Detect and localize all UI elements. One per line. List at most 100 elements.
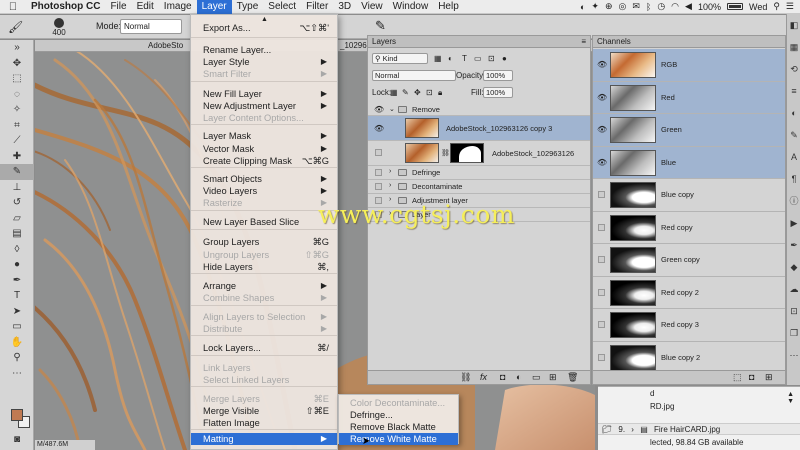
visibility-off-icon[interactable] — [598, 353, 605, 361]
layer-filter-select[interactable]: ⚲ Kind — [372, 53, 428, 64]
visibility-off-icon[interactable] — [598, 288, 605, 296]
visibility-off-icon[interactable] — [598, 321, 605, 328]
quick-mask-icon[interactable]: ◙ — [0, 432, 34, 448]
chevron-right-icon[interactable]: › — [389, 182, 391, 189]
channel-row[interactable]: Red copy — [593, 212, 785, 244]
more-tools-icon[interactable]: ⋯ — [0, 366, 34, 382]
channel-row[interactable]: 👁︎ RGB — [593, 49, 785, 82]
status-icon-2[interactable]: ✦ — [591, 1, 599, 12]
bluetooth-icon[interactable]: ᛒ — [646, 2, 651, 12]
layer-menu-item-layer-mask[interactable]: Layer Mask ▶ — [191, 130, 337, 142]
visibility-off-icon[interactable] — [375, 169, 382, 176]
visibility-off-icon[interactable] — [598, 191, 605, 198]
menu-file[interactable]: File — [105, 0, 131, 14]
hand-tool-icon[interactable]: ✋ — [0, 335, 34, 351]
layer-menu-item-video-layers[interactable]: Video Layers ▶ — [191, 185, 337, 197]
paragraph-panel-icon[interactable]: ¶ — [787, 168, 800, 190]
lock-position-icon[interactable]: ✥ — [414, 88, 421, 97]
layer-menu-item-hide-layers[interactable]: Hide Layers ⌘, — [191, 261, 337, 273]
brush-settings-icon[interactable]: ✎ — [375, 18, 386, 34]
layer-menu-item-layer-style[interactable]: Layer Style ▶ — [191, 56, 337, 68]
status-icon-1[interactable]: ◐ — [580, 2, 585, 12]
layer-row[interactable]: › Defringe — [368, 166, 590, 180]
navigator-panel-icon[interactable]: ⊡ — [787, 300, 800, 322]
quick-select-tool-icon[interactable]: ✧ — [0, 102, 34, 118]
channel-row[interactable]: 👁︎ Blue — [593, 146, 785, 179]
menubar-day[interactable]: Wed — [749, 2, 767, 12]
blend-mode-select[interactable]: Normal — [372, 70, 456, 81]
layer-menu-item-rename-layer[interactable]: Rename Layer... — [191, 44, 337, 56]
paths-panel-icon[interactable]: ✒ — [787, 234, 800, 256]
menu-type[interactable]: Type — [232, 0, 264, 14]
swatches-panel-icon[interactable]: ▦ — [787, 36, 800, 58]
channel-row[interactable]: Red copy 2 — [593, 277, 785, 309]
menu-layer[interactable]: Layer — [196, 0, 232, 14]
matting-item-defringe[interactable]: Defringe... — [339, 409, 458, 421]
channel-row[interactable]: 👁︎ Red — [593, 81, 785, 114]
visibility-off-icon[interactable] — [598, 223, 605, 231]
menu-window[interactable]: Window — [388, 0, 434, 14]
layer-menu-item-lock-layers[interactable]: Lock Layers... ⌘/ — [191, 342, 337, 354]
eyedropper-tool-icon[interactable]: ⟋ — [0, 133, 34, 149]
layer-row[interactable]: › Decontaminate — [368, 180, 590, 194]
brush-tool-icon[interactable]: 🖌︎ — [8, 20, 23, 34]
layer-menu-item-new-fill-layer[interactable]: New Fill Layer ▶ — [191, 88, 337, 100]
color-panel-icon[interactable]: ◧ — [787, 14, 800, 36]
brush-preset-picker[interactable]: 400 — [46, 18, 72, 38]
libraries-panel-icon[interactable]: ☁ — [787, 278, 800, 300]
battery-icon[interactable] — [726, 3, 743, 10]
path-select-tool-icon[interactable]: ➤ — [0, 304, 34, 320]
layer-menu-item-new-adjustment-layer[interactable]: New Adjustment Layer ▶ — [191, 100, 337, 112]
layer-row[interactable]: 👁︎ AdobeStock_102963126 copy 3 — [368, 116, 590, 141]
timeline-panel-icon[interactable]: ⋯ — [787, 344, 800, 366]
new-channel-icon[interactable]: ⊞ — [765, 372, 773, 383]
layer-name[interactable]: Remove — [412, 105, 440, 114]
channel-row[interactable]: Red copy 3 — [593, 309, 785, 342]
lock-all-icon[interactable]: 🔒︎ — [438, 88, 442, 98]
layer-name[interactable]: AdobeStock_102963126 — [492, 149, 574, 158]
layers-panel-title[interactable]: Layers — [372, 37, 396, 46]
channels-panel-title[interactable]: Channels — [597, 37, 631, 46]
move-tool-icon[interactable]: ✥ — [0, 56, 34, 72]
layer-style-icon[interactable]: fx — [480, 372, 487, 382]
new-group-icon[interactable]: ▭ — [532, 372, 541, 383]
gradient-tool-icon[interactable]: ▤ — [0, 226, 34, 242]
layer-menu-item-merge-visible[interactable]: Merge Visible ⇧⌘E — [191, 405, 337, 417]
lasso-tool-icon[interactable]: ◌ — [0, 87, 34, 103]
character-panel-icon[interactable]: A — [787, 146, 800, 168]
path-segment[interactable]: 9. — [618, 425, 625, 434]
matting-item-remove-white-matte[interactable]: Remove White Matte — [339, 432, 458, 445]
filter-smart-object-icon[interactable]: ⊡ — [488, 54, 495, 63]
panel-menu-icon[interactable]: ≡ — [581, 36, 586, 48]
menu-help[interactable]: Help — [433, 0, 464, 14]
layer-name[interactable]: AdobeStock_102963126 copy 3 — [446, 124, 552, 133]
notification-icon[interactable]: ☰ — [786, 1, 794, 12]
channel-row[interactable]: Green copy — [593, 244, 785, 277]
visibility-eye-icon[interactable]: 👁︎ — [597, 60, 607, 69]
wifi-icon[interactable]: ◠ — [671, 1, 679, 12]
layer-row[interactable]: ⛓ AdobeStock_102963126 — [368, 141, 590, 166]
status-icon-5[interactable]: ✉ — [632, 1, 640, 12]
link-layers-icon[interactable]: ⛓ — [460, 372, 471, 383]
save-selection-icon[interactable]: ◘ — [749, 372, 754, 382]
opacity-input[interactable]: 100% — [483, 70, 513, 81]
finder-item[interactable]: RD.jpg — [650, 402, 674, 411]
menu-filter[interactable]: Filter — [301, 0, 333, 14]
layer-menu-item-new-layer-based-slice[interactable]: New Layer Based Slice — [191, 216, 337, 228]
adjustments-panel-icon[interactable]: ◐ — [787, 102, 800, 124]
eraser-tool-icon[interactable]: ▱ — [0, 211, 34, 227]
healing-tool-icon[interactable]: ✚ — [0, 149, 34, 165]
clone-stamp-tool-icon[interactable]: ⊥ — [0, 180, 34, 196]
channel-row[interactable]: Blue copy — [593, 179, 785, 212]
type-tool-icon[interactable]: T — [0, 288, 34, 304]
filter-shape-icon[interactable]: ▭ — [474, 54, 482, 63]
matting-item-remove-black-matte[interactable]: Remove Black Matte — [339, 421, 458, 433]
channel-row[interactable]: 👁︎ Green — [593, 114, 785, 147]
info-panel-icon[interactable]: ⓘ — [787, 190, 800, 212]
visibility-off-icon[interactable] — [375, 149, 382, 156]
filter-adjustment-icon[interactable]: ◐ — [448, 54, 453, 63]
dodge-tool-icon[interactable]: ● — [0, 257, 34, 273]
new-layer-icon[interactable]: ⊞ — [549, 372, 557, 383]
link-chain-icon[interactable]: ⛓ — [441, 149, 450, 157]
styles-panel-icon[interactable]: ◆ — [787, 256, 800, 278]
